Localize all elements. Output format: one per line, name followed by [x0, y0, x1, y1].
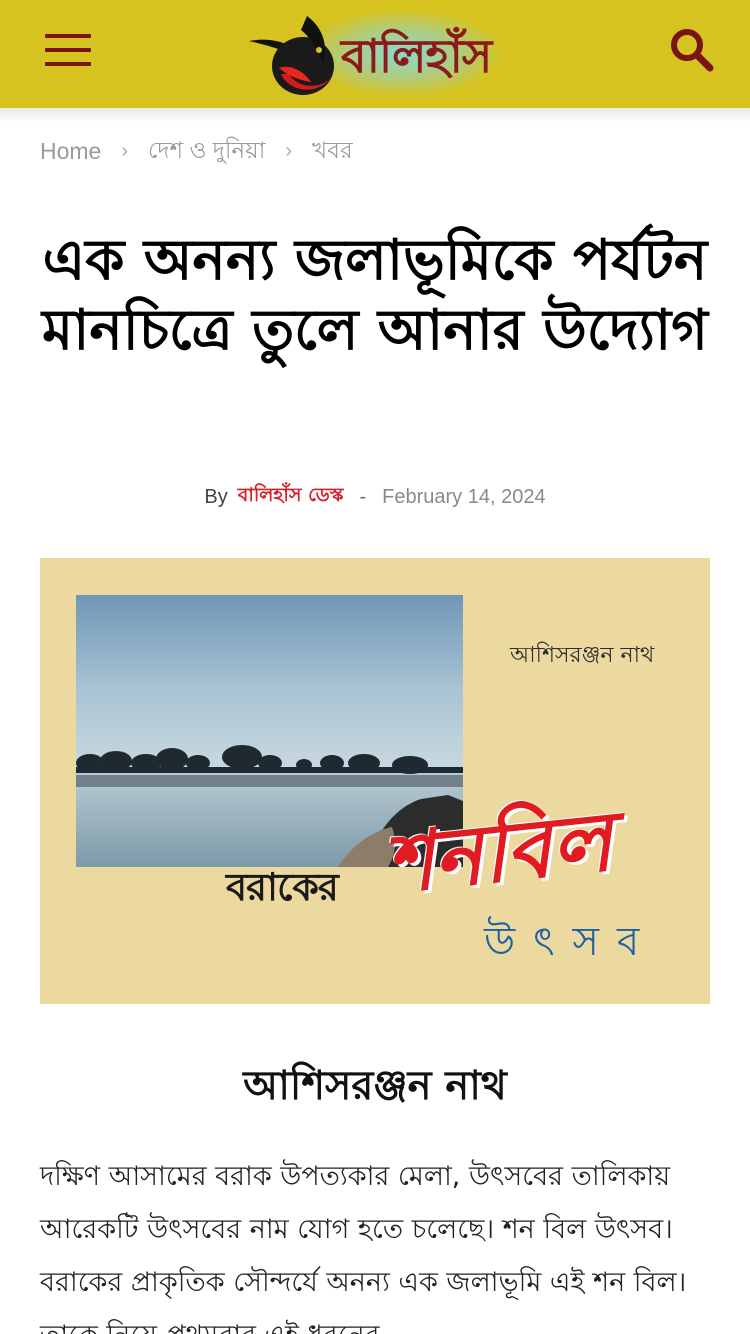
menu-bar	[45, 48, 91, 52]
search-icon	[671, 29, 714, 72]
menu-bar	[45, 34, 91, 38]
search-button[interactable]	[666, 24, 720, 78]
breadcrumb-category[interactable]: দেশ ও দুনিয়া	[148, 132, 265, 171]
byline-separator: -	[359, 485, 367, 508]
hero-author-caption: আশিসরঞ্জন নাথ	[510, 643, 655, 668]
hero-utsav-text: উৎসব	[484, 919, 658, 965]
hamburger-menu-button[interactable]	[40, 30, 96, 74]
hero-barak-text: বরাকের	[226, 865, 339, 909]
article-byline: By বালিহাঁস ডেস্ক - February 14, 2024	[0, 482, 750, 512]
breadcrumb-home[interactable]: Home	[40, 138, 101, 165]
article-title: এক অনন্য জলাভূমিকে পর্যটন মানচিত্রে তুলে…	[42, 228, 708, 363]
publish-date: February 14, 2024	[382, 485, 546, 508]
by-label: By	[204, 485, 228, 508]
author-link[interactable]: বালিহাঁস ডেস্ক	[238, 481, 344, 513]
breadcrumb-current[interactable]: খবর	[312, 132, 353, 171]
breadcrumb-separator: ›	[121, 139, 129, 162]
bird-logo-icon	[249, 16, 334, 95]
header-shadow	[0, 108, 750, 122]
logo-wordmark: বালিহাঁস	[341, 29, 492, 83]
article-subheading: আশিসরঞ্জন নাথ	[243, 1063, 507, 1109]
breadcrumb-separator: ›	[285, 139, 293, 162]
hero-image: আশিসরঞ্জন নাথ বরাকের শনবিল উৎসব	[40, 558, 710, 1004]
site-header: বালিহাঁস	[0, 0, 750, 108]
breadcrumb: Home › দেশ ও দুনিয়া › খবর	[40, 134, 353, 168]
article-body-paragraph: দক্ষিণ আসামের বরাক উপত্যকার মেলা, উৎসবের…	[40, 1161, 687, 1334]
menu-bar	[45, 62, 91, 66]
site-logo[interactable]: বালিহাঁস	[245, 8, 507, 100]
